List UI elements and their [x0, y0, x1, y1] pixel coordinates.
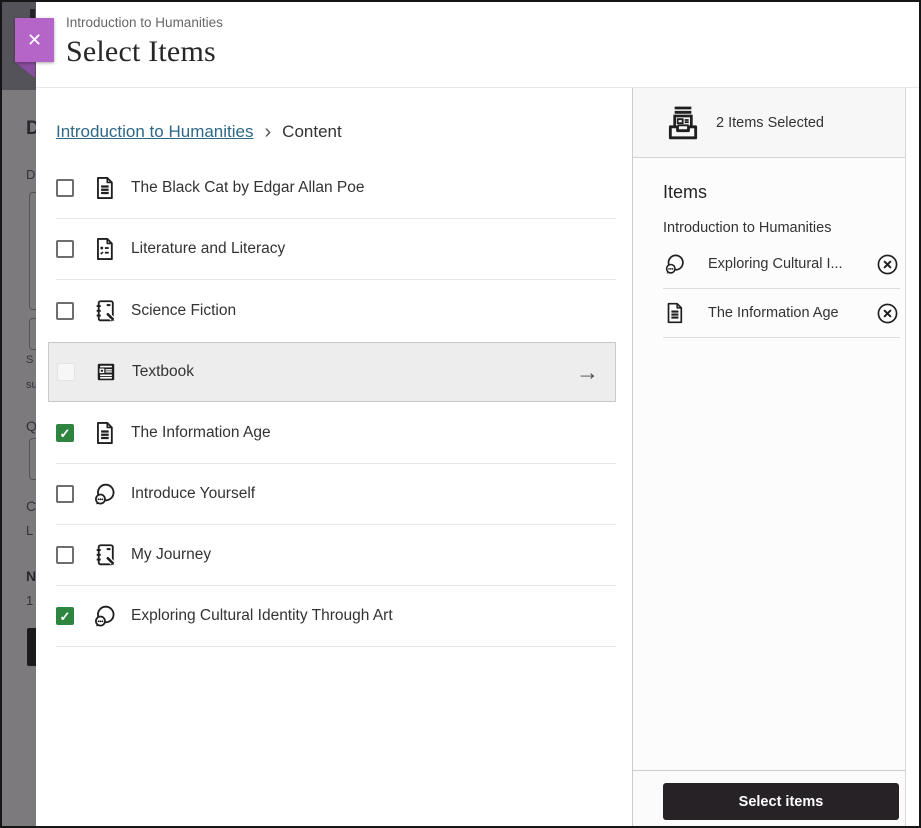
content-list: The Black Cat by Edgar Allan Poe → Liter… — [48, 158, 616, 647]
select-items-dialog-screen: DDSsuQCLN1 ✕ Introduction to Humanities … — [0, 0, 921, 828]
list-item: My Journey → — [56, 525, 616, 586]
breadcrumb-course-link[interactable]: Introduction to Humanities — [56, 122, 254, 142]
selected-item-row: Exploring Cultural I... — [663, 240, 900, 289]
chevron-right-icon: › — [264, 121, 272, 143]
document-icon — [92, 175, 118, 201]
panel-footer: Select items — [633, 770, 905, 826]
content-folder-icon — [93, 359, 119, 385]
discussion-icon — [92, 481, 118, 507]
collect-tray-icon — [663, 103, 703, 143]
scrollbar-gutter[interactable] — [905, 88, 919, 826]
selected-items-panel: 2 Items Selected Items Introduction to H… — [632, 88, 905, 826]
breadcrumb: Introduction to Humanities › Content — [56, 118, 616, 146]
item-checkbox — [57, 363, 75, 381]
selected-item-label: Exploring Cultural I... — [708, 256, 843, 272]
backdrop-text-fragment: N — [26, 568, 37, 584]
selected-items-section: Items Introduction to Humanities Explori… — [633, 158, 905, 338]
item-checkbox[interactable] — [56, 485, 74, 503]
list-item: Introduce Yourself → — [56, 464, 616, 525]
selection-summary-banner: 2 Items Selected — [633, 88, 905, 158]
item-checkbox[interactable] — [56, 424, 74, 442]
list-item: Science Fiction → — [56, 280, 616, 341]
item-label: The Information Age — [131, 424, 271, 441]
backdrop-text-fragment: C — [26, 498, 37, 514]
discussion-icon — [663, 252, 687, 276]
item-checkbox[interactable] — [56, 607, 74, 625]
item-checkbox[interactable] — [56, 240, 74, 258]
item-label: My Journey — [131, 546, 212, 563]
dialog-body: Introduction to Humanities › Content The… — [36, 88, 919, 826]
course-context-label: Introduction to Humanities — [66, 15, 223, 30]
dialog-title: Select Items — [66, 35, 216, 68]
list-item: The Black Cat by Edgar Allan Poe → — [56, 158, 616, 219]
selected-item-label: The Information Age — [708, 305, 839, 321]
discussion-icon — [92, 603, 118, 629]
backdrop-text-fragment: L — [26, 523, 34, 538]
select-items-dialog: ✕ Introduction to Humanities Select Item… — [15, 2, 919, 826]
remove-item-button[interactable] — [875, 301, 900, 326]
list-item: Literature and Literacy → — [56, 219, 616, 280]
item-checkbox[interactable] — [56, 179, 74, 197]
list-item: Exploring Cultural Identity Through Art … — [56, 586, 616, 647]
remove-item-button[interactable] — [875, 252, 900, 277]
item-label: Textbook — [132, 363, 195, 380]
selected-items-list: Exploring Cultural I... The Information … — [663, 240, 900, 338]
journal-icon — [92, 298, 118, 324]
select-items-button[interactable]: Select items — [663, 783, 899, 820]
item-label: Science Fiction — [131, 301, 237, 319]
arrow-right-icon: → — [576, 358, 599, 385]
breadcrumb-current: Content — [282, 122, 342, 141]
close-button[interactable]: ✕ — [15, 18, 54, 62]
item-label: Literature and Literacy — [131, 240, 286, 257]
items-heading: Items — [663, 182, 708, 202]
journal-icon — [92, 542, 118, 568]
item-checkbox[interactable] — [56, 546, 74, 564]
backdrop-text-fragment: 1 — [26, 593, 34, 608]
list-item: The Information Age → — [56, 403, 616, 464]
backdrop-text-fragment: S — [26, 354, 34, 366]
header-texts: Introduction to Humanities Select Items — [36, 2, 919, 69]
item-label: Exploring Cultural Identity Through Art — [131, 607, 393, 624]
item-label: The Black Cat by Edgar Allan Poe — [131, 179, 365, 196]
modal-backdrop: DDSsuQCLN1 — [2, 2, 38, 826]
panel-course-name: Introduction to Humanities — [663, 220, 832, 236]
selection-summary-label: 2 Items Selected — [716, 114, 824, 131]
document-icon — [663, 301, 687, 325]
selected-item-row: The Information Age — [663, 289, 900, 338]
content-list-area: Introduction to Humanities › Content The… — [36, 88, 632, 826]
dialog-header: ✕ Introduction to Humanities Select Item… — [15, 2, 919, 88]
backdrop-text-fragment: D — [26, 167, 36, 182]
document-icon — [92, 420, 118, 446]
folder-row[interactable]: Textbook → — [48, 342, 616, 402]
item-checkbox[interactable] — [56, 301, 74, 320]
assessment-icon — [92, 236, 118, 262]
item-label: Introduce Yourself — [131, 485, 256, 502]
